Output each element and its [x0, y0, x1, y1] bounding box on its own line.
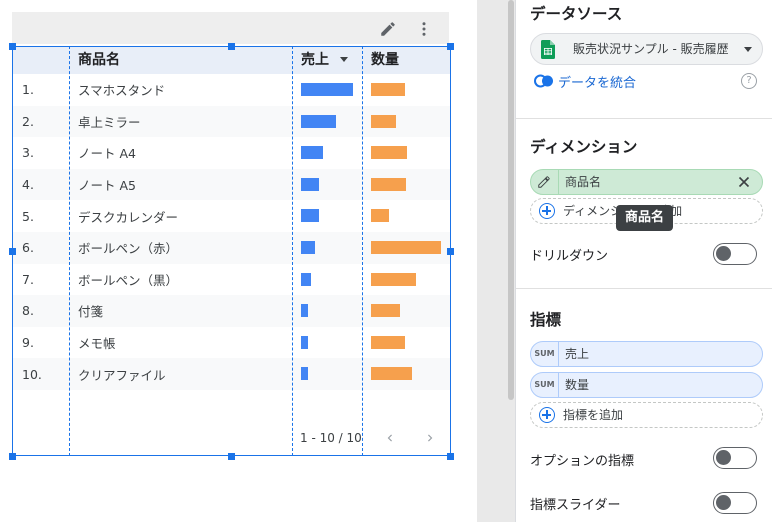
report-canvas: 商品名 売上 数量 1. スマホスタンド 2. 卓上ミラー 3. ノート A4 4. ノート …	[0, 0, 477, 522]
pencil-icon[interactable]	[535, 173, 553, 191]
metric-chip-label: 数量	[565, 378, 590, 392]
chip-separator	[558, 342, 559, 366]
metric-chip-sales[interactable]: SUM 売上	[530, 341, 763, 367]
add-metric-label: 指標を追加	[563, 408, 624, 422]
column-guide	[362, 46, 363, 456]
pencil-icon[interactable]	[377, 18, 399, 40]
add-metric-button[interactable]: 指標を追加	[530, 402, 763, 428]
drilldown-label: ドリルダウン	[530, 249, 609, 264]
metric-slider-label: 指標スライダー	[530, 498, 621, 513]
help-icon[interactable]: ?	[741, 73, 757, 89]
column-guide	[69, 46, 70, 456]
toggle-knob	[716, 450, 731, 465]
column-guide	[292, 46, 293, 456]
dropdown-caret-icon	[744, 47, 752, 52]
resize-handle-right[interactable]	[447, 248, 454, 255]
toggle-knob	[716, 495, 731, 510]
toggle-knob	[716, 246, 731, 261]
tooltip: 商品名	[616, 205, 674, 231]
resize-handle-top[interactable]	[228, 43, 235, 50]
resize-handle-top-left[interactable]	[9, 43, 16, 50]
resize-handle-bottom-left[interactable]	[9, 453, 16, 460]
resize-handle-top-right[interactable]	[447, 43, 454, 50]
metric-chip-qty[interactable]: SUM 数量	[530, 372, 763, 398]
optional-metrics-toggle[interactable]	[713, 447, 757, 469]
add-circle-icon	[539, 407, 555, 423]
datasource-name: 販売状況サンプル - 販売履歴	[573, 42, 729, 56]
chip-separator	[558, 170, 559, 194]
metric-chip-label: 売上	[565, 347, 590, 361]
resize-handle-bottom[interactable]	[228, 453, 235, 460]
datasource-selector[interactable]: 販売状況サンプル - 販売履歴	[530, 33, 763, 65]
resize-handle-bottom-right[interactable]	[447, 453, 454, 460]
table-selection-frame[interactable]	[12, 46, 451, 456]
resize-handle-left[interactable]	[9, 248, 16, 255]
metrics-section-title: 指標	[530, 311, 562, 329]
aggregation-badge[interactable]: SUM	[531, 373, 558, 397]
dimension-section-title: ディメンション	[530, 138, 638, 156]
dimension-chip[interactable]: 商品名	[530, 169, 763, 195]
sheets-icon	[541, 40, 555, 59]
datasource-section-title: データソース	[530, 5, 623, 23]
blend-data-link[interactable]: データを統合	[534, 72, 637, 91]
section-divider	[516, 288, 772, 289]
chip-separator	[558, 373, 559, 397]
aggregation-badge[interactable]: SUM	[531, 342, 558, 366]
scrollbar-thumb[interactable]	[508, 0, 514, 400]
dimension-chip-label: 商品名	[565, 175, 602, 189]
blend-data-label: データを統合	[558, 75, 637, 91]
optional-metrics-label: オプションの指標	[530, 454, 635, 469]
close-icon[interactable]	[736, 174, 752, 190]
more-vert-icon[interactable]	[413, 18, 435, 40]
metric-slider-toggle[interactable]	[713, 492, 757, 514]
blend-icon	[534, 74, 553, 88]
add-circle-icon	[539, 203, 555, 219]
drilldown-toggle[interactable]	[713, 243, 757, 265]
section-divider	[516, 118, 772, 119]
properties-panel: データソース 販売状況サンプル - 販売履歴 データを統合 ? ディメンション	[516, 0, 772, 522]
